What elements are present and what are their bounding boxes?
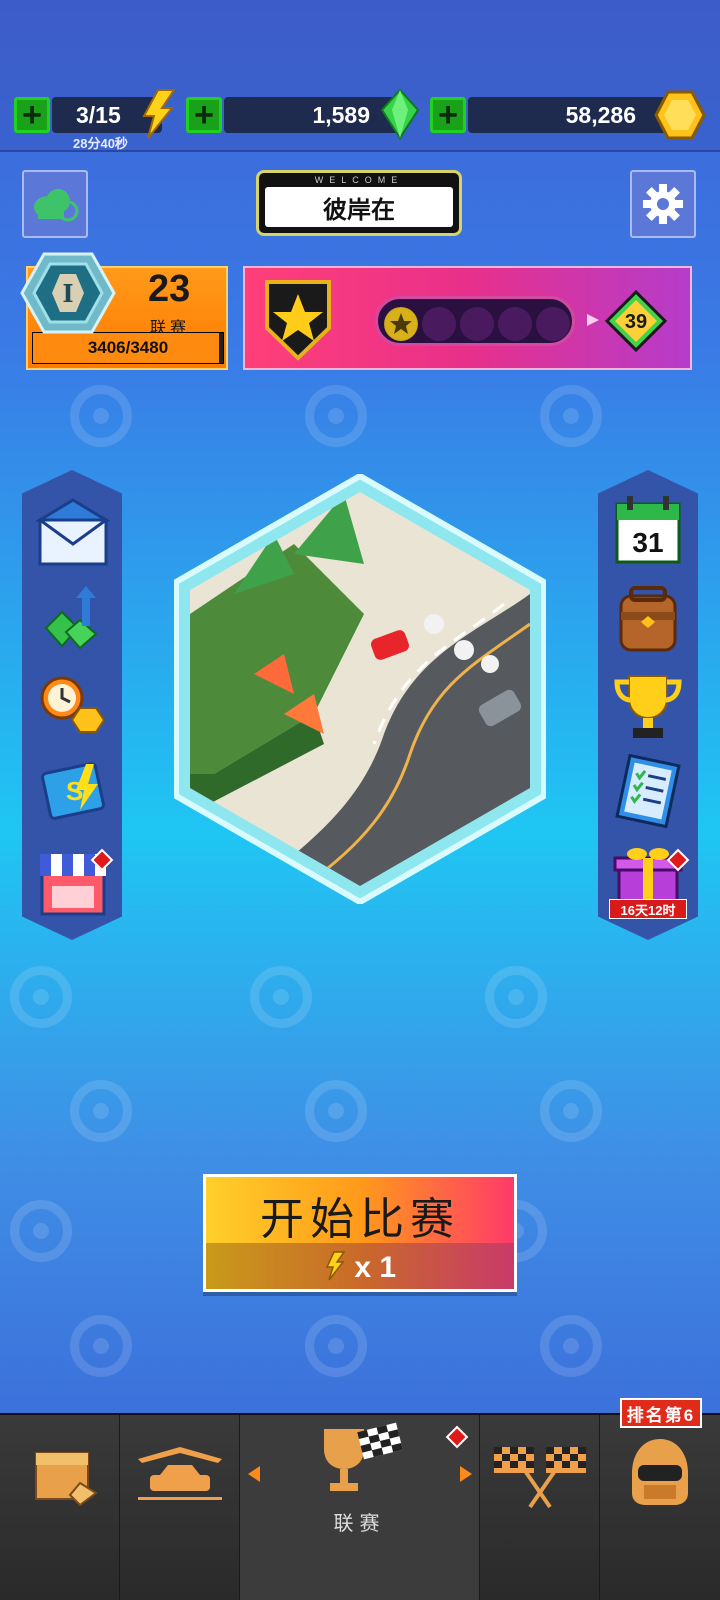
pass-level-icon: 39 <box>605 290 667 352</box>
league-number: 23 <box>148 268 191 310</box>
energy-value: 3/15 <box>76 101 121 128</box>
pass-dot <box>422 307 456 341</box>
start-race-button[interactable]: 开始比赛 x 1 <box>203 1174 517 1292</box>
gem-icon <box>380 88 420 140</box>
league-rank-badge-icon: I <box>20 252 116 334</box>
task-list-icon[interactable] <box>611 754 685 828</box>
cloud-sync-button[interactable] <box>22 170 88 238</box>
arrow-right-icon <box>587 314 599 326</box>
calendar-icon[interactable]: 31 <box>611 494 685 568</box>
bottom-navigation: 联赛 <box>0 1413 720 1600</box>
league-notification-dot <box>445 1425 469 1449</box>
star-shield-icon <box>265 280 331 361</box>
car-garage-icon <box>138 1447 222 1500</box>
track-preview-hexagon[interactable] <box>174 474 546 904</box>
add-energy-button[interactable]: + <box>14 97 50 133</box>
coin-icon <box>654 90 706 140</box>
trophy-flag-icon <box>324 1422 403 1491</box>
add-coins-button[interactable]: + <box>430 97 466 133</box>
gift-timer: 16天12时 <box>609 899 687 919</box>
gems-counter: 1,589 <box>224 97 400 133</box>
lightning-icon <box>325 1251 346 1281</box>
pass-dot <box>536 307 570 341</box>
pass-star-1-icon <box>384 307 418 341</box>
timed-coins-icon[interactable] <box>36 668 110 742</box>
gear-icon <box>643 184 683 224</box>
backpack-icon[interactable] <box>611 582 685 656</box>
pass-dot <box>460 307 494 341</box>
league-progress-text: 3406/3480 <box>87 338 169 357</box>
start-race-cost-value: x 1 <box>354 1251 397 1284</box>
nav-tab-profile[interactable] <box>600 1415 720 1600</box>
super-card-icon[interactable]: S <box>36 754 110 828</box>
lightning-icon <box>142 89 176 139</box>
start-race-cost: x 1 <box>206 1251 514 1285</box>
warehouse-icon <box>35 1452 98 1507</box>
welcome-label: WELCOME <box>314 175 404 185</box>
coins-counter: 58,286 <box>468 97 680 133</box>
trophy-icon[interactable] <box>611 668 685 742</box>
pass-progress-track <box>375 296 575 346</box>
nav-tab-race-flags[interactable] <box>480 1415 600 1600</box>
checkered-flags-icon <box>494 1447 586 1509</box>
top-bar: + 3/15 28分40秒 + 1,589 + 58,286 <box>0 0 720 152</box>
player-name: 彼岸在 <box>265 187 453 227</box>
gems-value: 1,589 <box>312 101 370 128</box>
nav-tab-league[interactable]: 联赛 <box>240 1415 480 1600</box>
league-badge-level: I <box>62 279 73 308</box>
league-progress-bar: 3406/3480 <box>32 332 224 364</box>
energy-timer: 28分40秒 <box>73 136 128 151</box>
nav-tab-league-label: 联赛 <box>333 1511 386 1535</box>
coins-value: 58,286 <box>565 101 636 128</box>
chevron-left-icon <box>248 1466 260 1482</box>
settings-button[interactable] <box>630 170 696 238</box>
helmet-icon <box>632 1439 688 1505</box>
season-pass-banner[interactable]: 39 <box>243 266 692 370</box>
welcome-plate: WELCOME 彼岸在 <box>256 170 462 236</box>
nav-tab-garage-shop[interactable] <box>0 1415 120 1600</box>
cloud-sync-icon <box>34 189 79 222</box>
chevron-right-icon <box>460 1466 472 1482</box>
gem-upgrade-icon[interactable] <box>36 582 110 656</box>
rank-badge: 排名第6 <box>620 1398 702 1428</box>
start-race-title: 开始比赛 <box>260 1194 460 1245</box>
mail-icon[interactable] <box>36 498 110 572</box>
calendar-day: 31 <box>632 527 663 558</box>
add-gems-button[interactable]: + <box>186 97 222 133</box>
nav-tab-cars[interactable] <box>120 1415 240 1600</box>
pass-dot <box>498 307 532 341</box>
pass-level: 39 <box>625 311 647 333</box>
